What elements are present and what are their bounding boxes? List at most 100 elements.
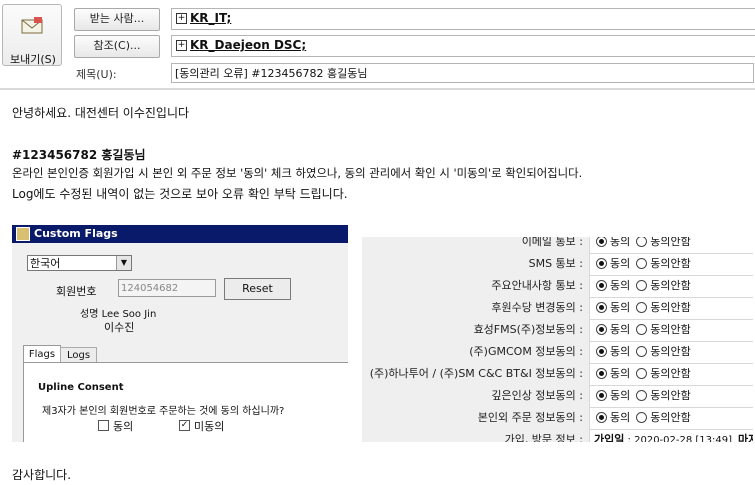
custom-flags-title: Custom Flags	[34, 227, 118, 240]
consent-row: (주)하나투어 / (주)SM C&C BT&I 정보동의 : 동의 동의안함	[362, 363, 753, 386]
language-value: 한국어	[30, 257, 61, 270]
send-label: 보내기(S)	[10, 53, 56, 66]
agree-text: 동의	[610, 411, 631, 424]
greeting-line: 안녕하세요. 대전센터 이수진입니다	[12, 106, 190, 120]
chevron-down-icon[interactable]: ▼	[116, 256, 131, 270]
subject-field[interactable]: [동의관리 오류] #123456782 홍길동님	[171, 63, 754, 83]
consent-row-label: 이메일 통보 :	[362, 237, 590, 253]
agree-text: 동의	[610, 257, 631, 270]
agree-text: 동의	[610, 279, 631, 292]
disagree-radio[interactable]	[636, 389, 648, 401]
envelope-send-icon	[21, 17, 43, 34]
disagree-text: 동의안함	[650, 389, 691, 402]
join-date-value: : 2020-02-28 [13:49]	[624, 435, 733, 442]
disagree-text: 동의안함	[650, 367, 691, 380]
agree-radio[interactable]	[596, 345, 607, 357]
consent-row-label: (주)하나투어 / (주)SM C&C BT&I 정보동의 :	[362, 363, 590, 385]
tab-flags[interactable]: Flags	[23, 345, 61, 363]
agree-radio[interactable]	[596, 257, 607, 269]
subject-label: 제목(U):	[76, 68, 117, 81]
agree-radio[interactable]	[596, 411, 607, 423]
name-korean: 이수진	[104, 321, 135, 334]
disagree-radio[interactable]	[636, 367, 648, 379]
disagree-radio[interactable]	[636, 411, 648, 423]
consent-row: 효성FMS(주)정보동의 : 동의 동의안함	[362, 319, 753, 342]
disagree-checkbox[interactable]: ✓	[179, 420, 190, 431]
join-visit-label: 가입, 방문 정보 :	[362, 429, 590, 442]
header-divider	[0, 88, 755, 90]
agree-text: 동의	[610, 323, 631, 336]
consent-row-label: SMS 통보 :	[362, 253, 590, 275]
consent-options: 동의 동의안함	[594, 297, 691, 319]
disagree-text: 동의안함	[650, 411, 691, 424]
join-visit-row: 가입, 방문 정보 : 가입일 : 2020-02-28 [13:49] 마지	[362, 429, 753, 442]
disagree-text: 동의안함	[650, 345, 691, 358]
agree-radio[interactable]	[596, 367, 607, 379]
disagree-text: 동의안함	[650, 323, 691, 336]
to-button[interactable]: 받는 사람...	[74, 8, 160, 31]
agree-text: 동의	[610, 367, 631, 380]
agree-radio[interactable]	[596, 389, 607, 401]
language-select[interactable]: 한국어 ▼	[27, 255, 132, 271]
closing-line: 감사합니다.	[12, 468, 72, 482]
member-heading: #123456782 홍길동님	[12, 148, 146, 162]
consent-row-label: 깊은인상 정보동의 :	[362, 385, 590, 407]
expand-icon[interactable]: +	[176, 13, 187, 24]
disagree-radio[interactable]	[636, 257, 648, 269]
disagree-label: 미동의	[194, 420, 225, 433]
consent-row-label: 효성FMS(주)정보동의 :	[362, 319, 590, 341]
agree-radio[interactable]	[596, 323, 607, 335]
consent-options: 동의 동의안함	[594, 319, 691, 341]
consent-row-label: 본인외 주문 정보동의 :	[362, 407, 590, 429]
agree-text: 동의	[610, 301, 631, 314]
disagree-text: 동의안함	[650, 237, 691, 248]
cc-field[interactable]: + KR_Daejeon DSC;	[171, 35, 755, 57]
disagree-text: 동의안함	[650, 257, 691, 270]
disagree-radio[interactable]	[636, 301, 648, 313]
upline-consent-title: Upline Consent	[38, 382, 124, 393]
join-date-label: 가입일	[594, 433, 625, 442]
cc-button[interactable]: 참조(C)...	[74, 35, 160, 58]
consent-row: 주요안내사항 통보 : 동의 동의안함	[362, 275, 753, 298]
consent-options: 동의 동의안함	[594, 275, 691, 297]
consent-options: 동의 동의안함	[594, 237, 691, 253]
reset-button[interactable]: Reset	[224, 278, 291, 300]
join-visit-value: 가입일 : 2020-02-28 [13:49] 마지	[594, 429, 753, 442]
agree-label: 동의	[113, 420, 134, 433]
consent-row: 본인외 주문 정보동의 : 동의 동의안함	[362, 407, 753, 430]
tab-logs[interactable]: Logs	[60, 347, 97, 363]
custom-flags-screenshot: Custom Flags 한국어 ▼ 회원번호 124054682 Reset …	[12, 225, 348, 442]
disagree-radio[interactable]	[636, 279, 648, 291]
member-no-label: 회원번호	[56, 285, 97, 298]
cc-recipient[interactable]: KR_Daejeon DSC;	[190, 38, 306, 52]
consent-table-screenshot: 이메일 통보 : 동의 동의안함 SMS 통보 : 동의 동의안함 주요안내사항 통보 :동…	[362, 237, 753, 442]
consent-options: 동의 동의안함	[594, 253, 691, 275]
flags-panel: Upline Consent 제3자가 본인의 회원번호로 주문하는 것에 동의…	[23, 362, 348, 442]
agree-text: 동의	[610, 237, 631, 248]
agree-text: 동의	[610, 345, 631, 358]
body-line-1: 온라인 본인인증 회원가입 시 본인 외 주문 정보 '동의' 체크 하였으나,…	[12, 166, 583, 180]
consent-row: SMS 통보 : 동의 동의안함	[362, 253, 753, 276]
agree-radio[interactable]	[596, 279, 607, 291]
disagree-radio[interactable]	[636, 323, 648, 335]
agree-checkbox[interactable]	[98, 420, 109, 431]
to-field[interactable]: + KR_IT;	[171, 8, 755, 30]
expand-icon[interactable]: +	[176, 40, 187, 51]
to-recipient[interactable]: KR_IT;	[190, 11, 231, 25]
body-line-2: Log에도 수정된 내역이 없는 것으로 보아 오류 확인 부탁 드립니다.	[12, 187, 348, 201]
name-label: 성명 Lee Soo Jin	[80, 309, 157, 320]
agree-radio[interactable]	[596, 301, 607, 313]
consent-options: 동의 동의안함	[594, 341, 691, 363]
message-header: 보내기(S) 받는 사람... + KR_IT; 참조(C)... + KR_Dae…	[0, 0, 755, 88]
consent-options: 동의 동의안함	[594, 363, 691, 385]
app-icon	[16, 227, 30, 241]
last-visit-label: 마지	[738, 433, 753, 442]
agree-radio[interactable]	[596, 237, 607, 247]
consent-options: 동의 동의안함	[594, 407, 691, 429]
disagree-radio[interactable]	[636, 237, 648, 247]
send-button[interactable]: 보내기(S)	[2, 4, 62, 66]
disagree-radio[interactable]	[636, 345, 648, 357]
upline-question: 제3자가 본인의 회원번호로 주문하는 것에 동의 하십니까?	[42, 406, 285, 417]
member-no-input[interactable]: 124054682	[118, 279, 216, 297]
disagree-text: 동의안함	[650, 279, 691, 292]
